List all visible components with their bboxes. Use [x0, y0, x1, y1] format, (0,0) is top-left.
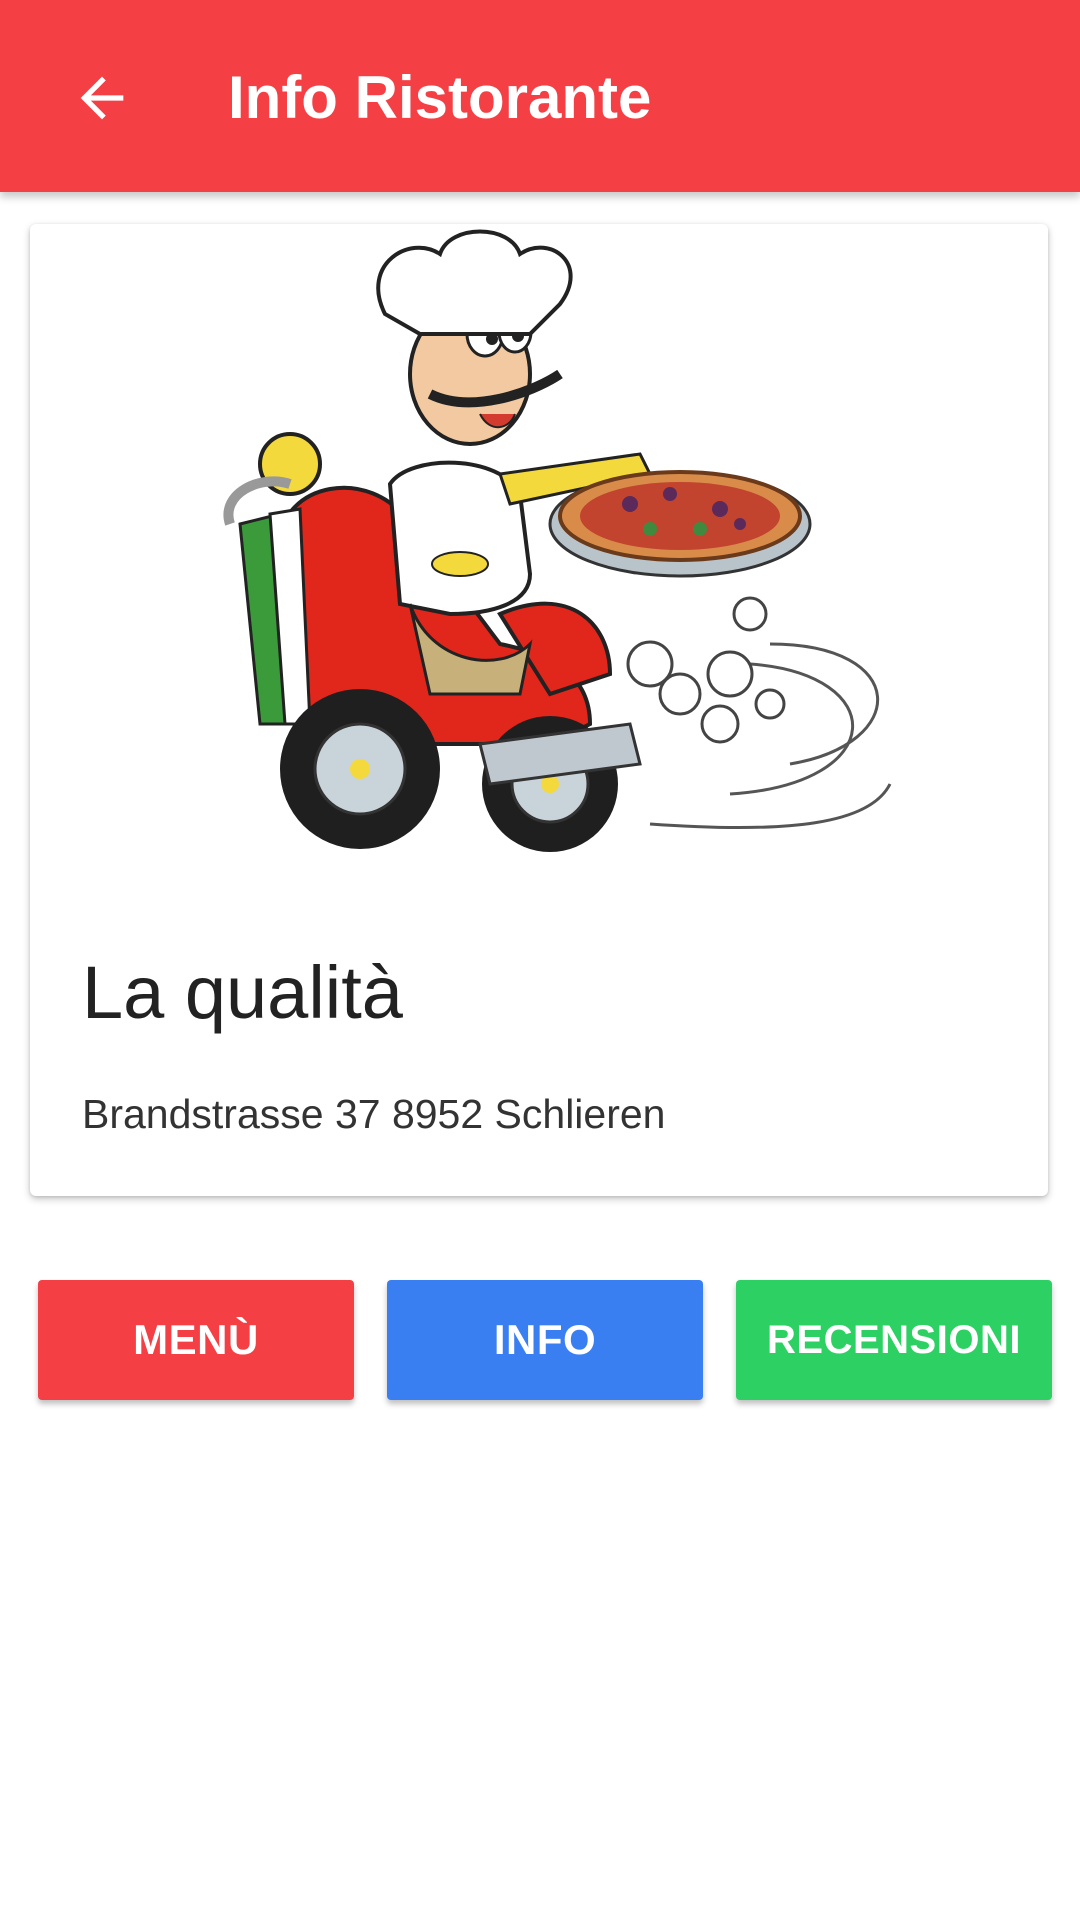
- action-buttons: MENÙ INFO RECENSIONI: [38, 1280, 1054, 1400]
- arrow-left-icon: [80, 76, 124, 120]
- pizza: [548, 470, 812, 578]
- app-screen: Info Ristorante La qualità Brandstrasse …: [0, 0, 1080, 1920]
- info-button[interactable]: INFO: [387, 1280, 703, 1400]
- smoke-puffs: [626, 596, 786, 744]
- menu-button[interactable]: MENÙ: [38, 1280, 354, 1400]
- restaurant-image: [223, 229, 892, 852]
- reviews-button[interactable]: RECENSIONI: [736, 1280, 1052, 1400]
- page-title: Info Ristorante: [228, 64, 652, 131]
- restaurant-name: La qualità: [82, 951, 403, 1034]
- app-toolbar: Info Ristorante: [0, 0, 1080, 192]
- restaurant-card: La qualità Brandstrasse 37 8952 Schliere…: [30, 224, 1048, 1196]
- speed-lines: [649, 642, 892, 830]
- back-button[interactable]: [56, 52, 148, 144]
- restaurant-address: Brandstrasse 37 8952 Schlieren: [82, 1091, 666, 1137]
